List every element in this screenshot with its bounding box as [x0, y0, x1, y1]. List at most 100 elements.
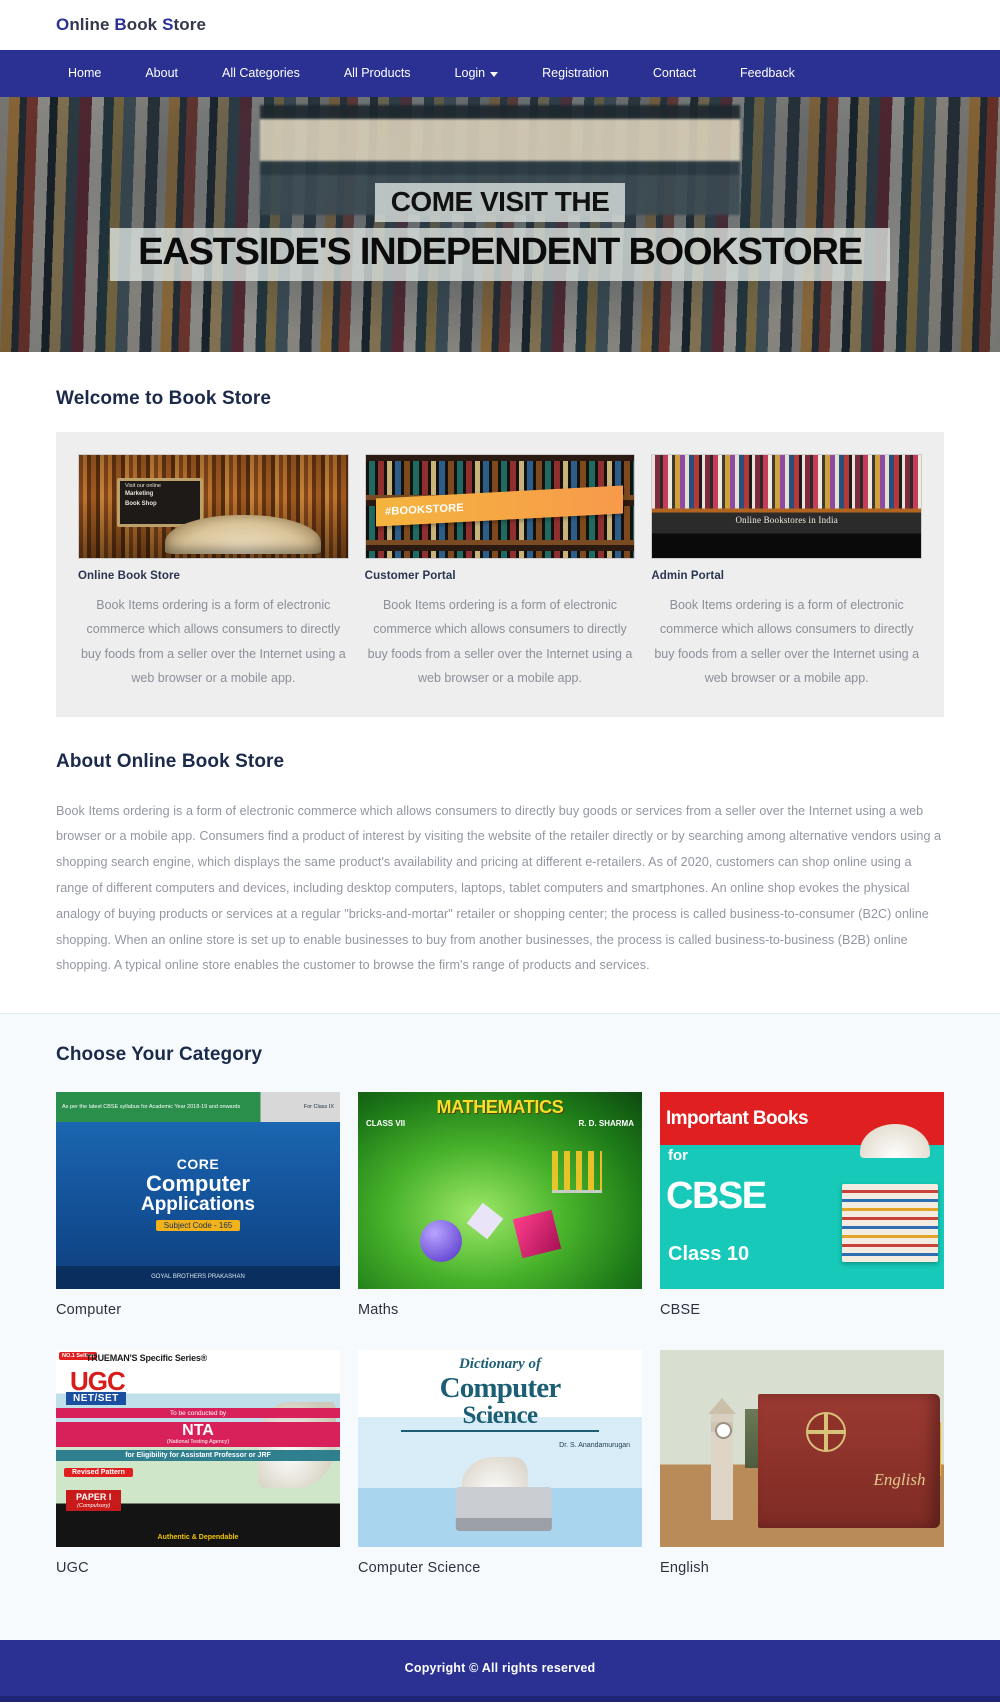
hero-headline-line1: COME VISIT THE: [374, 183, 626, 223]
big-ben-clock-icon: [708, 1397, 737, 1520]
nav-item-about[interactable]: About: [123, 50, 200, 97]
cover-paper-title: PAPER I: [76, 1492, 112, 1503]
nav-item-all-products[interactable]: All Products: [322, 50, 433, 97]
nav-label: All Products: [343, 66, 411, 80]
logo-rest-store: tore: [173, 15, 207, 34]
category-cover-image: Important Books for CBSE Class 10: [660, 1092, 944, 1290]
cover-revised-pattern: Revised Pattern: [64, 1468, 133, 1478]
cover-subject-code: Subject Code - 165: [155, 1220, 241, 1232]
chalkboard-caption: Visit our online Marketing Book Shop: [122, 482, 192, 509]
category-card-maths[interactable]: MATHEMATICS CLASS VII R. D. SHARMA Maths: [358, 1092, 642, 1340]
footer-bottom-strip: [0, 1696, 1000, 1703]
nav-label: All Categories: [222, 66, 300, 80]
nav-label: Feedback: [739, 66, 795, 80]
welcome-title: Welcome to Book Store: [56, 388, 272, 409]
category-card-cbse[interactable]: Important Books for CBSE Class 10 CBSE: [660, 1092, 944, 1340]
cover-bottom-note: Authentic & Dependable: [157, 1533, 239, 1541]
cover-line-2: Computer: [146, 1171, 250, 1197]
nav-item-feedback[interactable]: Feedback: [718, 50, 817, 97]
cover-title-block: CORE Computer Applications Subject Code …: [141, 1156, 255, 1233]
category-grid: As per the latest CBSE syllabus for Acad…: [56, 1092, 944, 1598]
cover-line-2: for: [668, 1147, 688, 1165]
card-description: Book Items ordering is a form of electro…: [80, 598, 346, 686]
ribbon-label: #BOOKSTORE: [385, 501, 465, 518]
cover-class: CLASS VII: [366, 1119, 406, 1129]
site-logo[interactable]: Online Book Store: [56, 15, 206, 35]
cover-red-book-graphic: English: [758, 1393, 940, 1528]
category-card-computer-science[interactable]: Dictionary of Computer Science Dr. S. An…: [358, 1350, 642, 1598]
cover-sphere-graphic: [420, 1219, 463, 1262]
category-cover-image: NO.1 Selling TRUEMAN'S Specific Series® …: [56, 1350, 340, 1548]
welcome-cards-panel: Visit our online Marketing Book Shop Onl…: [56, 432, 944, 717]
card-title: Admin Portal: [651, 570, 725, 582]
bookstore-ribbon: #BOOKSTORE: [376, 485, 624, 527]
cover-line-3: CBSE: [666, 1174, 767, 1217]
cover-paper: PAPER I (Compulsory): [66, 1490, 122, 1511]
nav-label: Home: [68, 66, 102, 80]
nav-item-home[interactable]: Home: [56, 50, 123, 97]
welcome-card-admin-portal[interactable]: Online Bookstores in India Admin Portal …: [651, 454, 923, 691]
hero-headline-line2: EASTSIDE'S INDEPENDENT BOOKSTORE: [110, 228, 890, 282]
cover-author: R. D. SHARMA: [578, 1119, 634, 1129]
union-jack-icon: [805, 1412, 846, 1453]
card-title: Online Book Store: [78, 570, 181, 582]
nav-label: Registration: [542, 66, 609, 80]
site-footer: Copyright © All rights reserved: [0, 1640, 1000, 1697]
chalk-line-2: Marketing: [124, 491, 154, 498]
nav-item-login[interactable]: Login: [433, 50, 521, 97]
cover-paper-note: (Compulsory): [77, 1502, 111, 1509]
card-thumbnail-image: Visit our online Marketing Book Shop: [78, 454, 349, 559]
logo-cap-b: B: [114, 15, 127, 34]
cover-syllabus-note: As per the latest CBSE syllabus for Acad…: [62, 1103, 241, 1110]
category-section: Choose Your Category As per the latest C…: [0, 1013, 1000, 1641]
cover-class-note: For Class IX: [303, 1103, 334, 1110]
nav-item-all-categories[interactable]: All Categories: [200, 50, 322, 97]
cover-book-title: English: [873, 1470, 926, 1489]
about-title: About Online Book Store: [56, 750, 285, 772]
logo-cap-s: S: [162, 15, 174, 34]
category-label: Computer Science: [358, 1560, 481, 1577]
category-label: UGC: [56, 1560, 89, 1577]
nav-item-contact[interactable]: Contact: [631, 50, 718, 97]
logo-rest-book: ook: [126, 15, 163, 34]
nav-label: About: [145, 66, 179, 80]
welcome-section: Welcome to Book Store Visit our online M…: [0, 352, 1000, 725]
category-cover-image: MATHEMATICS CLASS VII R. D. SHARMA: [358, 1092, 642, 1290]
category-label: CBSE: [660, 1302, 701, 1319]
chalk-line-1: Visit our online: [124, 482, 161, 489]
cover-eligibility: for Eligibility for Assistant Professor …: [56, 1450, 340, 1462]
cover-line-3: Science: [400, 1402, 600, 1433]
category-card-english[interactable]: English English: [660, 1350, 944, 1598]
cover-title: MATHEMATICS: [436, 1097, 564, 1118]
cover-agency: NTA: [56, 1422, 340, 1441]
chevron-down-icon: [490, 72, 499, 77]
cover-chart-graphic: [552, 1151, 603, 1194]
category-cover-image: English: [660, 1350, 944, 1548]
category-label: Computer: [56, 1302, 122, 1319]
cover-top-band: As per the latest CBSE syllabus for Acad…: [56, 1092, 340, 1122]
cover-line-1: CORE: [176, 1156, 220, 1173]
cover-conducted-by: To be conducted by: [56, 1408, 340, 1419]
nav-label: Contact: [652, 66, 696, 80]
card-thumbnail-image: #BOOKSTORE: [364, 454, 636, 559]
cover-line-1: Dictionary of: [458, 1356, 542, 1373]
category-card-ugc[interactable]: NO.1 Selling TRUEMAN'S Specific Series® …: [56, 1350, 340, 1598]
nav-item-registration[interactable]: Registration: [520, 50, 631, 97]
logo-rest-online: nline: [69, 15, 115, 34]
hero-banner: COME VISIT THE EASTSIDE'S INDEPENDENT BO…: [0, 97, 1000, 352]
about-paragraph: Book Items ordering is a form of electro…: [56, 803, 942, 973]
category-label: English: [660, 1560, 709, 1577]
card-description: Book Items ordering is a form of electro…: [367, 598, 633, 686]
cover-laptop-graphic: [455, 1487, 552, 1532]
category-card-computer[interactable]: As per the latest CBSE syllabus for Acad…: [56, 1092, 340, 1340]
cover-cube-graphic: [512, 1209, 562, 1258]
site-header: Online Book Store: [0, 0, 1000, 50]
cover-author: Dr. S. Anandamurugan: [559, 1442, 630, 1450]
cover-line-4: Class 10: [668, 1242, 750, 1265]
welcome-card-customer-portal[interactable]: #BOOKSTORE Customer Portal Book Items or…: [364, 454, 636, 691]
nav-label: Login: [454, 66, 486, 80]
card-description: Book Items ordering is a form of electro…: [654, 598, 920, 686]
cover-series: TRUEMAN'S Specific Series®: [86, 1353, 208, 1364]
welcome-card-online-book-store[interactable]: Visit our online Marketing Book Shop Onl…: [78, 454, 349, 691]
cover-line-3: Applications: [140, 1194, 255, 1216]
